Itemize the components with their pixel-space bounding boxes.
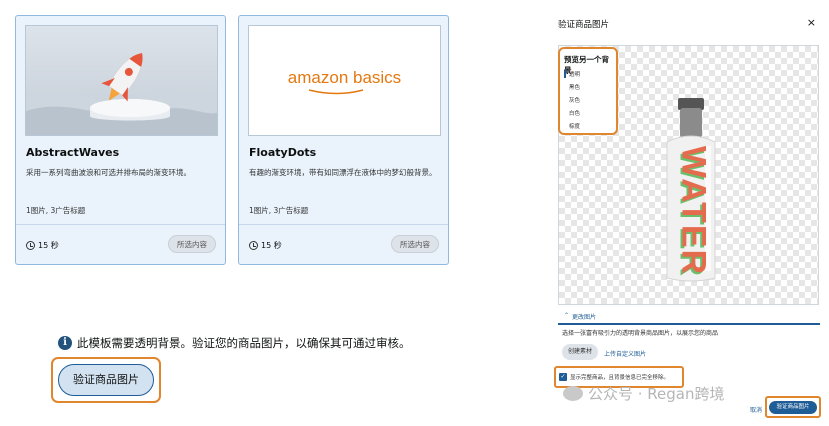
template-card-floatydots[interactable]: amazon basics FloatyDots 有趣的渐变环境，带有如同漂浮在…	[238, 15, 449, 265]
clock-icon	[26, 241, 35, 250]
card-divider	[239, 224, 448, 225]
info-icon: i	[58, 336, 72, 350]
change-image-label: 更改图片	[572, 314, 597, 321]
card-divider	[16, 224, 225, 225]
instruction-text: 选择一张富有吸引力的透明背景商品图片，以展示您的商品	[562, 330, 719, 337]
card-preview-image	[25, 25, 218, 136]
watermark: 公众号 · Regan跨境	[563, 383, 725, 404]
bg-option-gray[interactable]: 灰色	[566, 96, 580, 104]
verify-image-dialog: 验证商品图片 × WATER 预览另一个背景 透明 黑色 灰色 白色 棕度 ⌃ …	[548, 8, 826, 420]
change-image-underline	[558, 323, 820, 325]
close-icon[interactable]: ×	[807, 16, 816, 29]
cancel-button[interactable]: 取消	[750, 405, 762, 414]
duration-label: 15 秒	[38, 241, 59, 250]
confirm-checkbox-label: 显示完整商品，且背景信息已完全移除。	[570, 375, 670, 381]
bottle-text: WATER	[674, 145, 713, 277]
duration-label: 15 秒	[261, 241, 282, 250]
primary-button-highlight: 验证商品图片	[765, 396, 821, 418]
verify-image-submit-button[interactable]: 验证商品图片	[769, 401, 817, 414]
card-title: AbstractWaves	[26, 146, 120, 159]
clock-icon	[249, 241, 258, 250]
verify-button-highlight: 验证商品图片	[51, 357, 161, 403]
bg-option-gradient[interactable]: 棕度	[566, 122, 580, 130]
transparent-bg-notice: i 此模板需要透明背景。验证您的商品图片，以确保其可通过审核。	[58, 335, 411, 351]
select-content-button[interactable]: 所选内容	[168, 235, 216, 253]
create-asset-button[interactable]: 创建素材	[562, 344, 599, 360]
card-duration: 15 秒	[26, 240, 59, 251]
dialog-title: 验证商品图片	[558, 20, 610, 30]
template-card-abstractwaves[interactable]: AbstractWaves 采用一系列弯曲波浪和可选并排布局的渐变环境。 1图片…	[15, 15, 226, 265]
bg-option-white[interactable]: 白色	[566, 109, 580, 117]
rocket-icon	[26, 52, 217, 135]
amazon-basics-logo: amazon basics	[249, 68, 440, 95]
chevron-up-icon: ⌃	[564, 312, 570, 319]
background-preview-menu: 预览另一个背景 透明 黑色 灰色 白色 棕度	[558, 47, 618, 135]
wechat-icon	[563, 386, 583, 401]
card-description: 采用一系列弯曲波浪和可选并排布局的渐变环境。	[26, 168, 191, 177]
bg-option-black[interactable]: 黑色	[566, 83, 580, 91]
select-content-button[interactable]: 所选内容	[391, 235, 439, 253]
card-duration: 15 秒	[249, 240, 282, 251]
card-meta: 1图片, 3广告标题	[249, 206, 309, 215]
bg-option-transparent[interactable]: 透明	[564, 70, 580, 78]
verify-product-image-button[interactable]: 验证商品图片	[58, 364, 154, 396]
upload-custom-image-link[interactable]: 上传自定义图片	[604, 349, 646, 358]
card-description: 有趣的渐变环境，带有如同漂浮在液体中的梦幻般背景。	[249, 168, 437, 177]
smile-icon	[308, 89, 364, 95]
card-title: FloatyDots	[249, 146, 317, 159]
card-meta: 1图片, 3广告标题	[26, 206, 86, 215]
card-preview-image: amazon basics	[248, 25, 441, 136]
change-image-toggle[interactable]: ⌃ 更改图片	[564, 312, 596, 321]
confirm-checkbox[interactable]: ✓	[559, 373, 567, 381]
watermark-text: 公众号 · Regan跨境	[588, 385, 725, 403]
notice-text: 此模板需要透明背景。验证您的商品图片，以确保其可通过审核。	[77, 336, 411, 350]
